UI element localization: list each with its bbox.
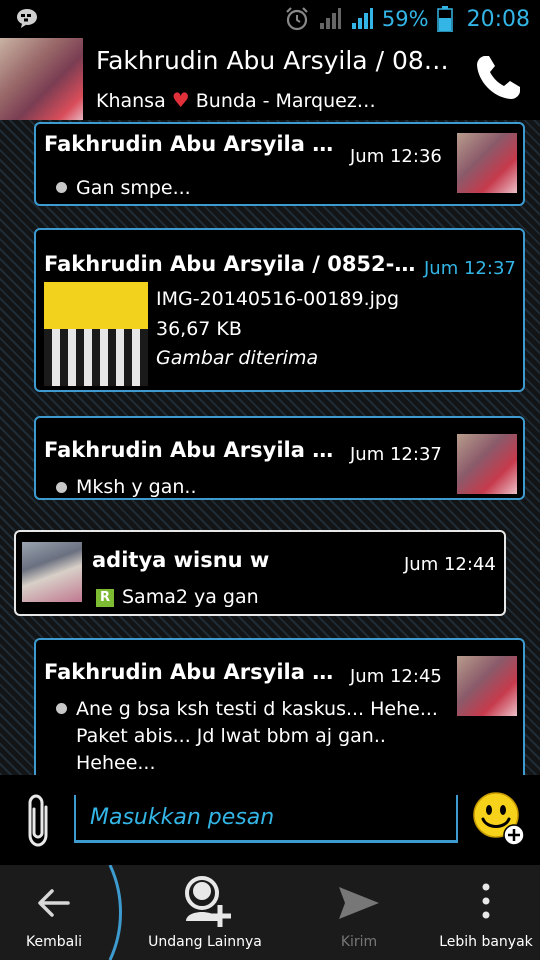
message-text: R Sama2 ya gan [96,584,259,611]
back-button[interactable]: Kembali [0,865,108,960]
sender-avatar[interactable] [457,133,517,193]
message-text-content: Sama2 ya gan [122,586,259,608]
bottom-action-bar: Kembali Undang Lainnya Kirim Lebih banya… [0,865,540,960]
signal-sim1-icon [319,8,341,29]
nav-divider [108,865,122,960]
message-time: Jum 12:37 [424,258,516,279]
add-contact-icon [185,876,231,927]
sender-name: aditya wisnu w [92,548,270,572]
message-list[interactable]: Fakhrudin Abu Arsyila /… Jum 12:36 Gan s… [0,120,540,775]
delivery-dot-icon [56,482,67,493]
message-time: Jum 12:45 [350,666,442,687]
own-avatar[interactable] [22,542,82,602]
sender-avatar[interactable] [457,656,517,716]
contact-status: Khansa ♥ Bunda - Marquez… [96,88,461,112]
battery-icon [436,6,453,32]
message-time: Jum 12:37 [350,444,442,465]
contact-name[interactable]: Fakhrudin Abu Arsyila / 08… [96,46,461,75]
sender-name: Fakhrudin Abu Arsyila /… [44,660,339,684]
image-message-bubble[interactable]: Fakhrudin Abu Arsyila / 0852-50… Jum 12:… [34,228,525,392]
phone-call-icon[interactable] [470,50,526,106]
status-text-after: Bunda - Marquez… [189,90,376,112]
status-bar: 59% 20:08 [0,0,540,38]
message-input[interactable]: Masukkan pesan [74,795,458,843]
sender-name: Fakhrudin Abu Arsyila / 0852-50… [44,252,416,276]
message-text-line: Ane g bsa ksh testi d kaskus... Hehe... [76,698,438,720]
sender-name: Fakhrudin Abu Arsyila /… [44,132,339,156]
message-bubble[interactable]: Fakhrudin Abu Arsyila /… Jum 12:37 Mksh … [34,416,525,500]
read-receipt-icon: R [96,589,114,607]
message-bubble[interactable]: Fakhrudin Abu Arsyila /… Jum 12:36 Gan s… [34,122,525,206]
message-input-placeholder: Masukkan pesan [90,805,275,830]
arrow-left-icon [38,889,70,917]
message-text-line: Paket abis... Jd lwat bbm aj gan.. [76,725,386,747]
heart-icon: ♥ [171,88,190,112]
invite-more-button[interactable]: Undang Lainnya [130,865,280,960]
contact-avatar[interactable] [0,38,83,120]
image-thumbnail[interactable] [44,282,148,386]
send-label: Kirim [340,934,378,950]
overflow-menu-icon [482,883,490,919]
compose-bar: Masukkan pesan [0,775,540,865]
more-options-button[interactable]: Lebih banyak [432,865,540,960]
delivery-dot-icon [56,182,67,193]
message-text: Gan smpe... [76,177,191,199]
file-status: Gambar diterima [156,347,319,369]
chat-header: Fakhrudin Abu Arsyila / 08… Khansa ♥ Bun… [0,38,540,120]
sender-avatar[interactable] [457,434,517,494]
back-label: Kembali [26,934,82,950]
message-text: Mksh y gan.. [76,476,197,498]
file-size: 36,67 KB [156,318,242,340]
file-name: IMG-20140516-00189.jpg [156,288,400,310]
paperclip-attach-icon[interactable] [24,793,56,849]
emoticon-picker-icon[interactable] [472,791,526,847]
more-options-label: Lebih banyak [439,934,533,950]
send-button[interactable]: Kirim [300,865,418,960]
message-text-line: Hehee... [76,752,156,774]
outgoing-message-bubble[interactable]: aditya wisnu w Jum 12:44 R Sama2 ya gan [14,530,506,616]
alarm-icon [286,7,308,31]
message-bubble[interactable]: Fakhrudin Abu Arsyila /… Jum 12:45 Ane g… [34,638,525,775]
status-text-before: Khansa [96,90,172,112]
send-arrow-icon [339,887,379,919]
message-time: Jum 12:36 [350,146,442,167]
invite-more-label: Undang Lainnya [148,934,262,950]
delivery-dot-icon [56,703,67,714]
signal-sim2-icon [351,8,373,29]
battery-percent: 59% [381,7,429,31]
clock: 20:08 [466,6,530,32]
sender-name: Fakhrudin Abu Arsyila /… [44,438,339,462]
bbm-notification-icon [17,9,37,28]
message-time: Jum 12:44 [404,554,496,575]
